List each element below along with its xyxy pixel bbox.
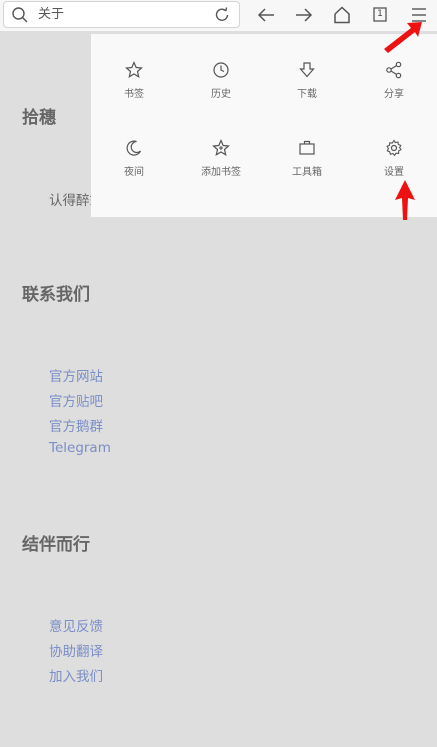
menu-item-label: 设置 [384, 167, 404, 178]
arrow-right-icon [296, 8, 313, 22]
link-feedback[interactable]: 意见反馈 [49, 615, 103, 635]
menu-item-label: 分享 [384, 89, 404, 100]
menu-item-label: 书签 [124, 89, 144, 100]
link-join-us[interactable]: 加入我们 [49, 665, 103, 685]
menu-item-label: 夜间 [124, 167, 144, 178]
browser-menu-panel: 书签 历史 下载 分享 夜间 添加书签 工具箱 设置 [91, 34, 437, 217]
address-text: 关于 [38, 7, 65, 22]
section-title-contact: 联系我们 [22, 285, 90, 305]
link-translate[interactable]: 协助翻译 [49, 640, 103, 660]
menu-item-toolbox[interactable]: 工具箱 [264, 138, 350, 198]
link-official-site[interactable]: 官方网站 [49, 365, 103, 385]
home-icon [334, 6, 350, 24]
star-plus-icon [212, 139, 230, 157]
star-icon [125, 61, 143, 79]
search-icon [12, 7, 28, 23]
menu-item-label: 历史 [211, 89, 231, 100]
moon-icon [126, 140, 142, 156]
menu-item-night-mode[interactable]: 夜间 [91, 138, 177, 198]
share-icon [386, 61, 402, 79]
menu-item-bookmarks[interactable]: 书签 [91, 60, 177, 120]
forward-button[interactable] [293, 4, 315, 26]
gear-icon [386, 139, 402, 157]
menu-item-downloads[interactable]: 下载 [264, 60, 350, 120]
section-title-shisui: 拾穗 [22, 108, 56, 128]
link-official-group[interactable]: 官方鹅群 [49, 415, 103, 435]
menu-item-label: 下载 [297, 89, 317, 100]
link-official-tieba[interactable]: 官方贴吧 [49, 390, 103, 410]
home-button[interactable] [331, 4, 353, 26]
annotation-arrow-menu [384, 22, 422, 53]
link-telegram[interactable]: Telegram [49, 440, 111, 456]
arrow-left-icon [257, 8, 274, 22]
menu-item-share[interactable]: 分享 [351, 60, 437, 120]
section-title-together: 结伴而行 [22, 535, 90, 555]
menu-item-label: 工具箱 [292, 167, 322, 178]
download-arrow-icon [299, 62, 315, 78]
toolbox-icon [299, 140, 315, 155]
clock-icon [213, 62, 229, 78]
back-button[interactable] [255, 4, 277, 26]
menu-item-label: 添加书签 [201, 167, 241, 178]
browser-toolbar: 关于 1 [0, 0, 437, 31]
menu-item-history[interactable]: 历史 [178, 60, 264, 120]
reload-icon[interactable] [213, 6, 231, 24]
menu-item-add-bookmark[interactable]: 添加书签 [178, 138, 264, 198]
annotation-arrow-settings [395, 180, 415, 220]
address-bar[interactable]: 关于 [3, 1, 240, 28]
